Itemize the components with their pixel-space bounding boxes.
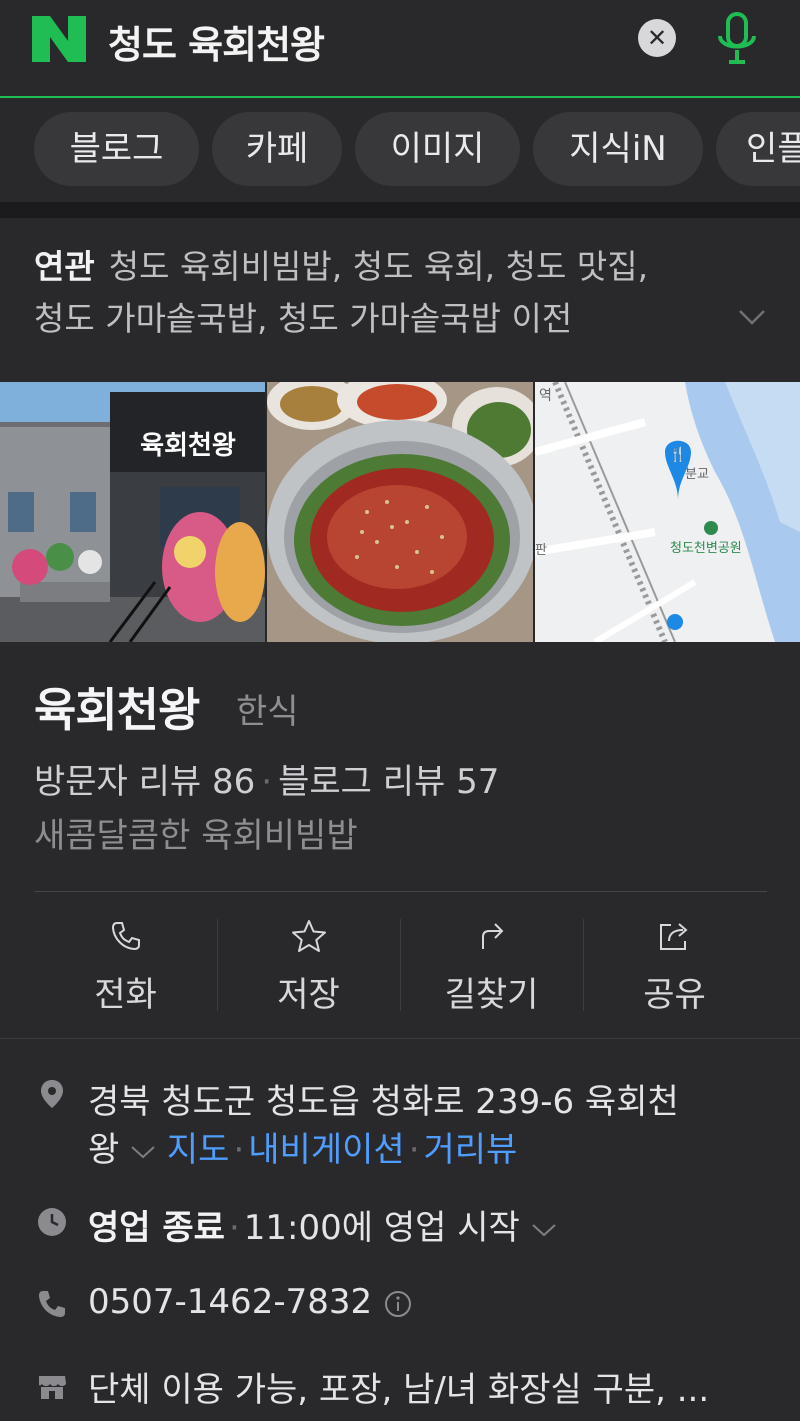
address-line1: 경북 청도군 청도읍 청화로 239-6 육회천 <box>88 1082 679 1122</box>
directions-button[interactable]: 길찾기 <box>400 915 583 1015</box>
chevron-down-icon[interactable] <box>531 1222 557 1238</box>
svg-text:청도천변공원: 청도천변공원 <box>670 541 742 556</box>
share-icon <box>659 923 688 950</box>
save-label: 저장 <box>277 975 340 1015</box>
search-query[interactable]: 청도 육회천왕 <box>108 14 325 69</box>
visitor-reviews-link[interactable]: 방문자 리뷰 86 <box>34 762 255 802</box>
related-keywords-1[interactable]: 청도 육회비빔밥, 청도 육회, 청도 맛집, <box>109 247 648 286</box>
naver-logo[interactable] <box>32 16 86 62</box>
related-searches-line1[interactable]: 연관 청도 육회비빔밥, 청도 육회, 청도 맛집, <box>34 240 648 288</box>
svg-text:역: 역 <box>539 388 552 404</box>
chevron-down-icon[interactable] <box>738 308 766 326</box>
tab-blog[interactable]: 블로그 <box>34 112 199 186</box>
place-name[interactable]: 육회천왕 <box>34 674 200 740</box>
hours-row[interactable]: 영업 종료 · 11:00에 영업 시작 <box>88 1200 557 1249</box>
related-label: 연관 <box>34 247 95 286</box>
call-button[interactable]: 전화 <box>34 915 217 1015</box>
store-icon <box>39 1376 66 1399</box>
hours-status: 영업 종료 <box>88 1208 225 1248</box>
phone-icon <box>39 1291 65 1317</box>
search-tabs: 블로그 카페 이미지 지식iN 인플 <box>0 98 800 202</box>
clear-search-icon[interactable]: ✕ <box>638 19 676 57</box>
address-line2: 왕 <box>88 1130 120 1170</box>
storefront-sign: 육회천왕 <box>140 431 236 461</box>
address-line2-row: 왕 지도 · 내비게이션 · 거리뷰 <box>88 1130 518 1170</box>
phone-icon <box>111 922 140 951</box>
tab-cafe[interactable]: 카페 <box>212 112 342 186</box>
food-photo[interactable] <box>267 382 533 642</box>
map-link[interactable]: 지도 <box>167 1130 230 1170</box>
directions-icon <box>481 923 503 949</box>
blog-reviews-link[interactable]: 블로그 리뷰 57 <box>278 762 499 802</box>
phone-row[interactable]: 0507-1462-7832 <box>88 1282 413 1322</box>
microphone-icon[interactable] <box>712 10 762 68</box>
hours-next-open: 11:00에 영업 시작 <box>243 1208 520 1248</box>
svg-text:판: 판 <box>535 543 547 558</box>
related-keywords-2[interactable]: 청도 가마솥국밥, 청도 가마솥국밥 이전 <box>34 292 572 340</box>
info-icon[interactable] <box>383 1289 413 1319</box>
chevron-down-icon[interactable] <box>130 1144 156 1160</box>
storefront-photo[interactable]: 육회천왕 <box>0 382 265 642</box>
tab-image[interactable]: 이미지 <box>355 112 520 186</box>
clock-icon <box>38 1208 66 1236</box>
star-icon <box>291 920 326 952</box>
location-pin-icon <box>41 1080 63 1108</box>
place-category: 한식 <box>236 692 299 732</box>
call-label: 전화 <box>94 975 157 1015</box>
svg-text:분교: 분교 <box>685 467 709 482</box>
place-tagline: 새콤달콤한 육회비빔밥 <box>34 816 358 856</box>
photo-strip: 육회천왕 🍴 역 분교 청도천변공원 판 <box>0 382 800 642</box>
divider <box>34 891 767 892</box>
review-counts: 방문자 리뷰 86 · 블로그 리뷰 57 <box>34 762 500 802</box>
svg-text:🍴: 🍴 <box>669 446 686 463</box>
phone-number[interactable]: 0507-1462-7832 <box>88 1282 372 1322</box>
action-bar: 전화 저장 길찾기 공유 <box>34 915 767 1015</box>
map-thumbnail[interactable]: 🍴 역 분교 청도천변공원 판 <box>535 382 800 642</box>
streetview-link[interactable]: 거리뷰 <box>424 1130 518 1170</box>
tab-kin[interactable]: 지식iN <box>533 112 703 186</box>
tab-influencer[interactable]: 인플 <box>716 112 800 186</box>
share-button[interactable]: 공유 <box>583 915 766 1015</box>
search-bar: 청도 육회천왕 ✕ <box>0 0 800 98</box>
share-label: 공유 <box>643 975 706 1015</box>
navigation-link[interactable]: 내비게이션 <box>248 1130 404 1170</box>
facilities[interactable]: 단체 이용 가능, 포장, 남/녀 화장실 구분, ... <box>88 1362 709 1411</box>
save-button[interactable]: 저장 <box>217 915 400 1015</box>
directions-label: 길찾기 <box>444 975 539 1015</box>
divider <box>0 1038 800 1039</box>
